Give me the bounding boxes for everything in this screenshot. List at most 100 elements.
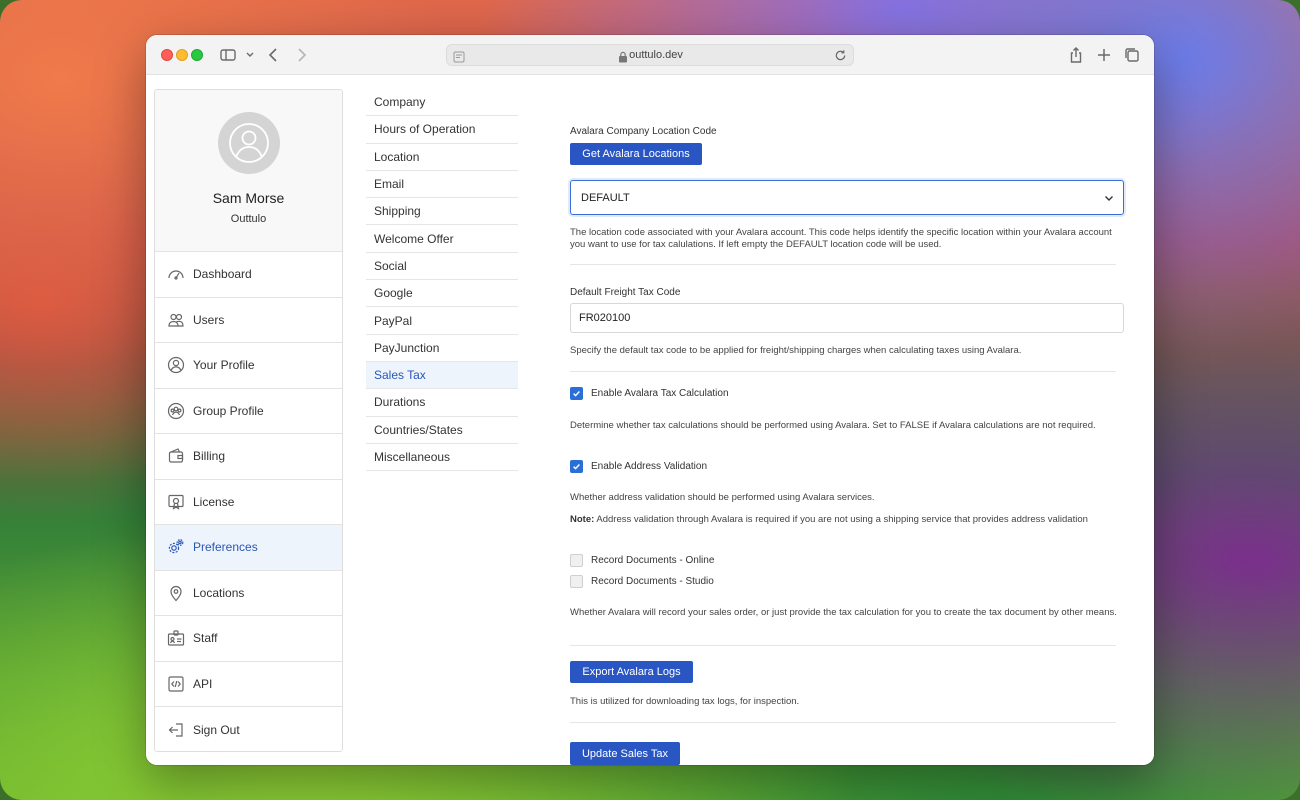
location-code-label: Avalara Company Location Code bbox=[570, 126, 717, 137]
submenu-item-shipping[interactable]: Shipping bbox=[366, 198, 518, 226]
submenu-item-company[interactable]: Company bbox=[366, 89, 518, 117]
freight-tax-code-input[interactable]: FR020100 bbox=[570, 303, 1124, 333]
sidebar-item-label: Users bbox=[193, 312, 225, 327]
get-avalara-locations-button[interactable]: Get Avalara Locations bbox=[570, 143, 702, 165]
chevron-down-icon bbox=[1103, 192, 1115, 204]
submenu-item-payjunction[interactable]: PayJunction bbox=[366, 335, 518, 362]
enable-address-validation-row[interactable]: Enable Address Validation bbox=[570, 460, 707, 473]
sidebar-item-license[interactable]: License bbox=[155, 479, 342, 525]
sidebar-item-label: License bbox=[193, 494, 235, 509]
submenu-item-countries-states[interactable]: Countries/States bbox=[366, 417, 518, 444]
certificate-icon bbox=[167, 493, 185, 511]
sign-out-icon bbox=[167, 721, 185, 739]
location-code-select[interactable]: DEFAULT bbox=[570, 180, 1124, 215]
id-badge-icon bbox=[167, 629, 185, 647]
update-sales-tax-button[interactable]: Update Sales Tax bbox=[570, 742, 680, 765]
record-documents-online-label: Record Documents - Online bbox=[591, 555, 715, 566]
record-documents-help: Whether Avalara will record your sales o… bbox=[570, 607, 1117, 618]
record-documents-online-checkbox[interactable] bbox=[570, 554, 583, 567]
url-text: outtulo.dev bbox=[629, 49, 683, 61]
users-icon bbox=[167, 311, 185, 329]
sidebar-item-api[interactable]: API bbox=[155, 661, 342, 707]
submenu-item-sales-tax[interactable]: Sales Tax bbox=[366, 361, 518, 390]
enable-address-validation-checkbox[interactable] bbox=[570, 460, 583, 473]
submenu-item-hours-of-operation[interactable]: Hours of Operation bbox=[366, 116, 518, 144]
submenu-item-paypal[interactable]: PayPal bbox=[366, 307, 518, 335]
enable-tax-calculation-label: Enable Avalara Tax Calculation bbox=[591, 388, 729, 399]
address-validation-help: Whether address validation should be per… bbox=[570, 492, 875, 503]
sidebar-item-label: Locations bbox=[193, 585, 245, 600]
profile-name: Sam Morse bbox=[212, 190, 285, 206]
minimize-window-button[interactable] bbox=[176, 49, 188, 61]
wallet-icon bbox=[167, 447, 185, 465]
freight-tax-code-label: Default Freight Tax Code bbox=[570, 287, 681, 298]
divider bbox=[570, 722, 1116, 723]
sidebar-item-sign-out[interactable]: Sign Out bbox=[155, 707, 342, 751]
account-sidebar: Sam Morse Outtulo Dashboard Users Your P… bbox=[154, 89, 343, 752]
new-tab-icon[interactable] bbox=[1094, 45, 1114, 65]
enable-address-validation-label: Enable Address Validation bbox=[591, 461, 708, 472]
divider bbox=[570, 371, 1116, 372]
back-icon[interactable] bbox=[264, 45, 284, 65]
enable-tax-calculation-checkbox[interactable] bbox=[570, 387, 583, 400]
share-icon[interactable] bbox=[1066, 45, 1086, 65]
location-code-help: The location code associated with your A… bbox=[570, 227, 1112, 250]
sidebar-item-label: Your Profile bbox=[193, 358, 255, 373]
divider bbox=[570, 645, 1116, 646]
export-avalara-logs-button[interactable]: Export Avalara Logs bbox=[570, 661, 693, 683]
sidebar-item-label: API bbox=[193, 676, 213, 691]
sidebar-toggle-icon[interactable] bbox=[218, 45, 238, 65]
record-documents-studio-row[interactable]: Record Documents - Studio bbox=[570, 575, 714, 588]
sidebar-item-your-profile[interactable]: Your Profile bbox=[155, 343, 342, 389]
avatar[interactable] bbox=[218, 112, 280, 174]
submenu-item-durations[interactable]: Durations bbox=[366, 389, 518, 417]
gears-icon bbox=[167, 538, 185, 556]
sidebar-item-group-profile[interactable]: Group Profile bbox=[155, 388, 342, 434]
sidebar-item-label: Group Profile bbox=[193, 403, 264, 418]
submenu-item-welcome-offer[interactable]: Welcome Offer bbox=[366, 225, 518, 253]
sidebar-item-label: Staff bbox=[193, 631, 218, 646]
forward-icon[interactable] bbox=[291, 45, 311, 65]
sidebar-item-dashboard[interactable]: Dashboard bbox=[155, 252, 342, 298]
record-documents-online-row[interactable]: Record Documents - Online bbox=[570, 554, 714, 567]
note-label: Note: bbox=[570, 514, 595, 525]
submenu-item-email[interactable]: Email bbox=[366, 171, 518, 199]
record-documents-studio-checkbox[interactable] bbox=[570, 575, 583, 588]
sidebar-item-locations[interactable]: Locations bbox=[155, 570, 342, 616]
submenu-item-social[interactable]: Social bbox=[366, 253, 518, 281]
user-circle-icon bbox=[167, 356, 185, 374]
reload-icon[interactable] bbox=[834, 49, 847, 62]
sidebar-item-preferences[interactable]: Preferences bbox=[155, 525, 342, 571]
profile-org: Outtulo bbox=[230, 213, 267, 225]
location-code-select-value: DEFAULT bbox=[581, 191, 630, 204]
sidebar-item-label: Preferences bbox=[193, 540, 258, 555]
sidebar-item-users[interactable]: Users bbox=[155, 297, 342, 343]
browser-window: outtulo.dev Sam Morse Outtulo Dashboard … bbox=[146, 35, 1154, 765]
submenu-item-location[interactable]: Location bbox=[366, 144, 518, 171]
tab-overview-icon[interactable] bbox=[1122, 45, 1142, 65]
address-bar[interactable]: outtulo.dev bbox=[446, 44, 854, 66]
sales-tax-form: Avalara Company Location Code Get Avalar… bbox=[570, 75, 1125, 765]
gauge-icon bbox=[167, 265, 185, 283]
submenu-item-miscellaneous[interactable]: Miscellaneous bbox=[366, 444, 518, 472]
submenu-item-google[interactable]: Google bbox=[366, 280, 518, 308]
enable-tax-calculation-help: Determine whether tax calculations shoul… bbox=[570, 420, 1096, 431]
sidebar-item-staff[interactable]: Staff bbox=[155, 616, 342, 662]
chevron-down-icon[interactable] bbox=[240, 45, 254, 65]
user-avatar-icon bbox=[229, 123, 269, 163]
group-icon bbox=[167, 402, 185, 420]
enable-tax-calculation-row[interactable]: Enable Avalara Tax Calculation bbox=[570, 387, 729, 400]
map-pin-icon bbox=[167, 584, 185, 602]
address-validation-note: Note: Address validation through Avalara… bbox=[570, 514, 1124, 526]
maximize-window-button[interactable] bbox=[191, 49, 203, 61]
sidebar-item-label: Dashboard bbox=[193, 267, 252, 282]
code-icon bbox=[167, 675, 185, 693]
page-content: Sam Morse Outtulo Dashboard Users Your P… bbox=[146, 75, 1154, 765]
export-logs-help: This is utilized for downloading tax log… bbox=[570, 696, 800, 707]
sidebar-item-label: Billing bbox=[193, 449, 226, 464]
sidebar-item-billing[interactable]: Billing bbox=[155, 434, 342, 480]
divider bbox=[570, 264, 1116, 265]
close-window-button[interactable] bbox=[161, 49, 173, 61]
browser-toolbar: outtulo.dev bbox=[146, 35, 1154, 75]
preferences-submenu: Company Hours of Operation Location Emai… bbox=[366, 89, 518, 472]
